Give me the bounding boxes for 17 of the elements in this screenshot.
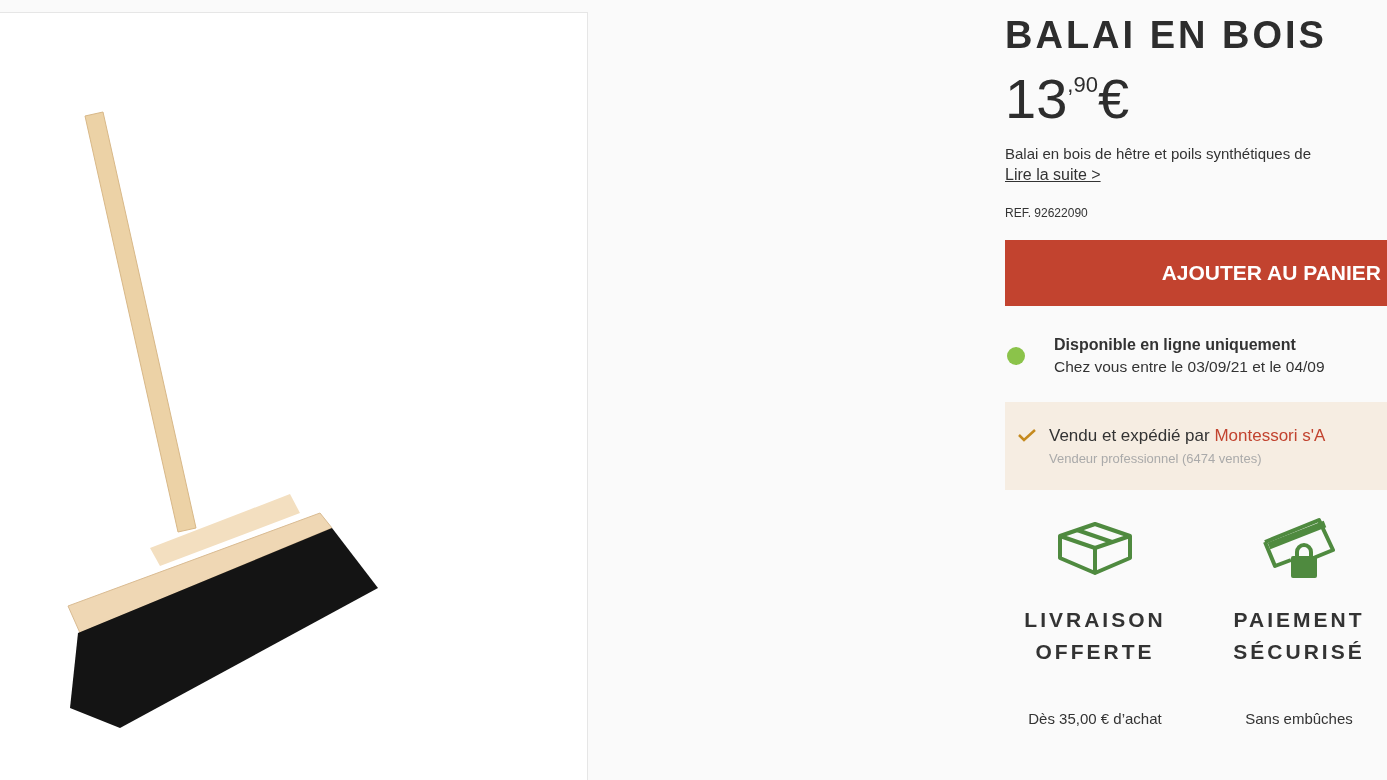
read-more-link[interactable]: Lire la suite > — [1005, 166, 1101, 184]
delivery-dates: Chez vous entre le 03/09/21 et le 04/09 — [1054, 358, 1325, 376]
feature-title: LIVRAISON OFFERTE — [1023, 607, 1167, 665]
seller-link[interactable]: Montessori s'A — [1214, 426, 1326, 445]
feature-title: PAIEMENT SÉCURISÉ — [1232, 607, 1366, 665]
sold-by-label: Vendu et expédié par — [1049, 426, 1210, 445]
product-reference: REF. 92622090 — [1005, 206, 1089, 220]
product-description: Balai en bois de hêtre et poils synthétiques de — [1005, 145, 1313, 162]
feature-subtitle: Sans embûches — [1245, 710, 1353, 727]
availability-title: Disponible en ligne uniquement — [1054, 336, 1297, 354]
product-price: 13$^{,90}$€ — [1005, 71, 1131, 127]
feature-subtitle: Dès 35,00 € d’achat — [1028, 710, 1162, 727]
card-lock-icon — [1261, 516, 1337, 580]
seller-details: Vendeur professionnel (6474 ventes) — [1049, 451, 1263, 466]
product-title: BALAI EN BOIS — [1005, 14, 1328, 57]
add-to-cart-button[interactable]: AJOUTER AU PANIER — [1005, 240, 1387, 306]
checkmark-icon — [1017, 428, 1037, 442]
